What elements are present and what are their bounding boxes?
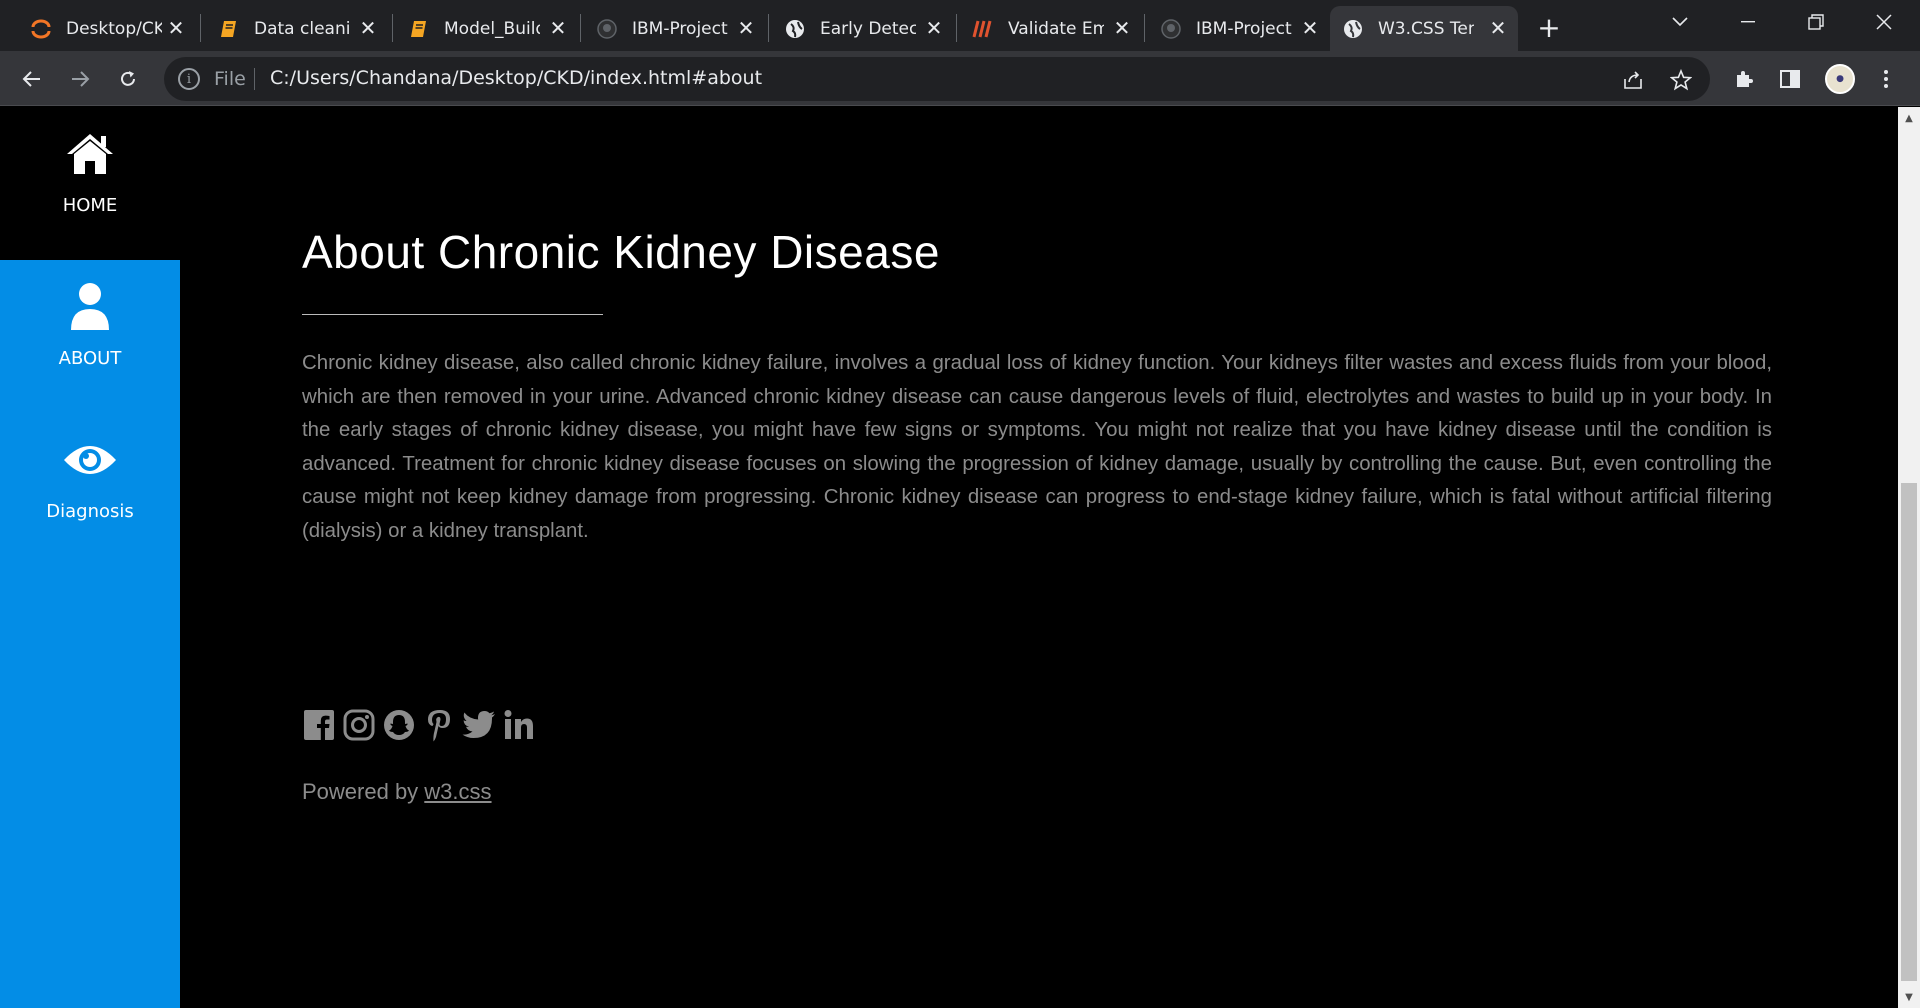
arrow-left-icon	[22, 71, 40, 87]
close-icon[interactable]: ✕	[356, 16, 380, 40]
tab-ibm-project-1[interactable]: IBM-Project ✕	[584, 6, 766, 51]
reload-icon	[121, 71, 135, 86]
notebook-icon	[218, 18, 240, 40]
star-icon[interactable]	[1668, 67, 1694, 93]
close-icon[interactable]: ✕	[546, 16, 570, 40]
arrow-right-icon	[72, 71, 90, 87]
sidebar-item-home[interactable]: HOME	[0, 107, 180, 260]
tab-title: Early Detection	[820, 18, 916, 39]
tab-data-cleaning[interactable]: Data cleaning ✕	[206, 6, 388, 51]
sidebar-item-about[interactable]: ABOUT	[0, 260, 180, 413]
scroll-up-icon[interactable]: ▲	[1898, 107, 1920, 129]
about-paragraph: Chronic kidney disease, also called chro…	[302, 352, 1772, 542]
tab-title: W3.CSS Template	[1378, 18, 1474, 39]
minimize-button[interactable]	[1720, 0, 1776, 44]
sidebar-item-label: Diagnosis	[46, 501, 134, 522]
url-text[interactable]: C:/Users/Chandana/Desktop/CKD/index.html…	[270, 67, 762, 89]
reload-button[interactable]	[110, 61, 146, 97]
side-panel-icon[interactable]	[1774, 63, 1806, 95]
tab-title: IBM-Project	[1196, 18, 1292, 39]
tab-w3css-template[interactable]: W3.CSS Template ✕	[1330, 6, 1518, 51]
tab-validate-email[interactable]: Validate Email ✕	[960, 6, 1142, 51]
forward-button[interactable]	[62, 61, 98, 97]
tab-separator	[392, 14, 393, 42]
linkedin-icon[interactable]	[502, 708, 536, 742]
close-icon[interactable]: ✕	[1298, 16, 1322, 40]
browser-toolbar: i File C:/Users/Chandana/Desktop/CKD/ind…	[0, 51, 1920, 106]
scheme-label: File	[214, 68, 246, 90]
sidebar-item-label: ABOUT	[58, 348, 122, 369]
close-icon	[1876, 14, 1892, 30]
user-icon	[69, 282, 111, 332]
tab-title: Model_Building	[444, 18, 540, 39]
extensions-icon[interactable]	[1728, 63, 1760, 95]
facebook-icon[interactable]	[302, 708, 336, 742]
twitter-icon[interactable]	[462, 708, 496, 742]
tab-separator	[200, 14, 201, 42]
tab-title: Desktop/CKD	[66, 18, 162, 39]
restore-button[interactable]	[1788, 0, 1844, 44]
close-window-button[interactable]	[1856, 0, 1912, 44]
tab-title: Data cleaning	[254, 18, 350, 39]
scrollbar-thumb[interactable]	[1901, 483, 1917, 981]
tab-desktop-ckd[interactable]: Desktop/CKD ✕	[18, 6, 196, 51]
scroll-down-icon[interactable]: ▼	[1898, 986, 1920, 1008]
restore-icon	[1808, 14, 1824, 30]
info-icon[interactable]: i	[178, 68, 200, 90]
back-button[interactable]	[14, 61, 50, 97]
tab-ibm-project-2[interactable]: IBM-Project ✕	[1148, 6, 1330, 51]
jupyter-icon	[30, 18, 52, 40]
w3css-link[interactable]: w3.css	[424, 779, 491, 804]
address-bar[interactable]: i File C:/Users/Chandana/Desktop/CKD/ind…	[164, 57, 1710, 101]
sidebar: HOME ABOUT Diagnosis	[0, 107, 180, 1008]
snapchat-icon[interactable]	[382, 708, 416, 742]
new-tab-button[interactable]: +	[1532, 10, 1566, 44]
github-icon	[1160, 18, 1182, 40]
tab-separator	[580, 14, 581, 42]
github-icon	[596, 18, 618, 40]
page-viewport: HOME ABOUT Diagnosis About Chronic Kidne…	[0, 107, 1898, 1008]
notebook-icon	[408, 18, 430, 40]
tab-search-button[interactable]	[1652, 0, 1708, 44]
tab-separator	[768, 14, 769, 42]
close-icon[interactable]: ✕	[922, 16, 946, 40]
social-links	[302, 708, 536, 742]
tab-separator	[956, 14, 957, 42]
close-icon[interactable]: ✕	[734, 16, 758, 40]
chevron-down-icon	[1672, 17, 1688, 27]
page-scrollbar[interactable]: ▲ ▼	[1898, 107, 1920, 1008]
omnibox-divider	[254, 68, 255, 90]
page-title: About Chronic Kidney Disease	[302, 226, 940, 278]
home-icon	[65, 129, 115, 179]
close-icon[interactable]: ✕	[1110, 16, 1134, 40]
share-icon[interactable]	[1620, 67, 1646, 93]
instagram-icon[interactable]	[342, 708, 376, 742]
tab-title: IBM-Project	[632, 18, 728, 39]
tab-early-detection[interactable]: Early Detection ✕	[772, 6, 954, 51]
powered-by-prefix: Powered by	[302, 779, 425, 804]
globe-icon	[1342, 18, 1364, 40]
sidebar-item-label: HOME	[62, 195, 118, 216]
sidebar-item-diagnosis[interactable]: Diagnosis	[0, 413, 180, 566]
slashes-icon	[972, 18, 994, 40]
powered-by: Powered by w3.css	[302, 779, 492, 805]
tab-title: Validate Email	[1008, 18, 1104, 39]
menu-icon[interactable]	[1870, 63, 1902, 95]
tab-separator	[1144, 14, 1145, 42]
tab-strip: Desktop/CKD ✕ Data cleaning ✕ Model_Buil…	[0, 0, 1920, 51]
avatar[interactable]: ●	[1825, 64, 1855, 94]
close-icon[interactable]: ✕	[1486, 16, 1510, 40]
minimize-icon	[1741, 21, 1755, 23]
eye-icon	[62, 435, 118, 485]
heading-divider	[302, 314, 603, 315]
globe-icon	[784, 18, 806, 40]
tab-model-building[interactable]: Model_Building ✕	[396, 6, 578, 51]
close-icon[interactable]: ✕	[164, 16, 188, 40]
pinterest-icon[interactable]	[422, 708, 456, 742]
